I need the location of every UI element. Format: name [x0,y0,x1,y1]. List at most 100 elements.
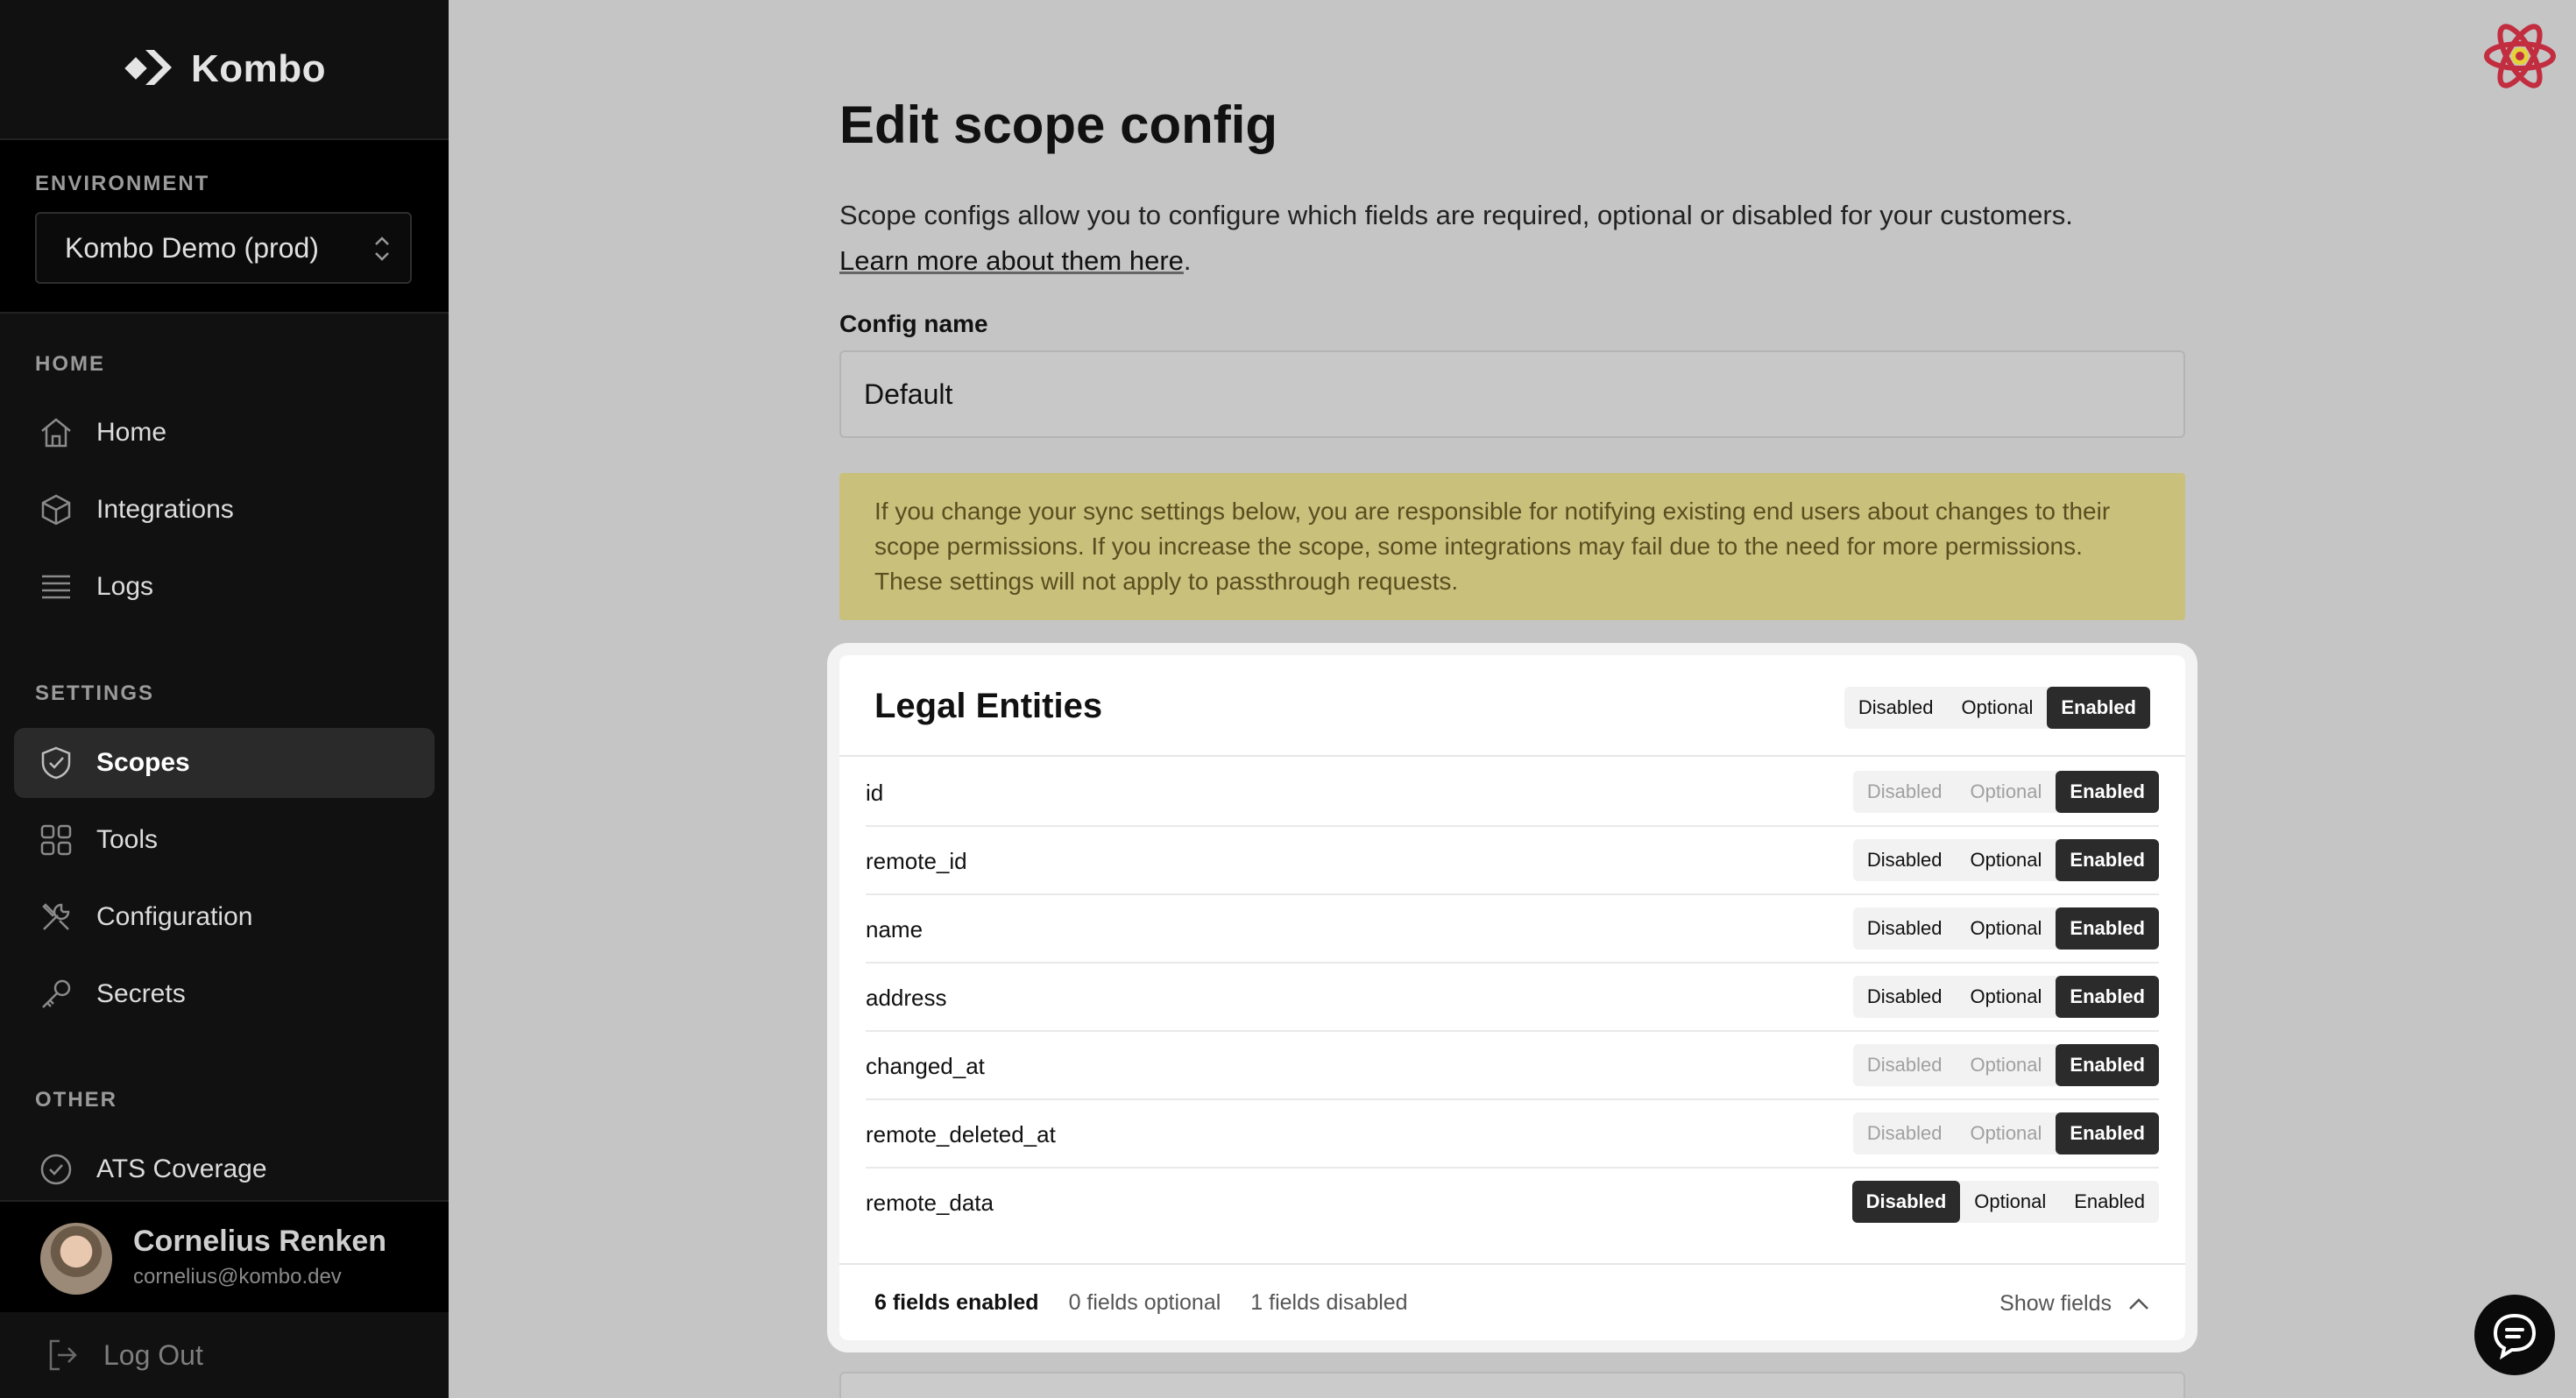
toggle-enabled[interactable]: Enabled [2056,976,2159,1018]
logout-icon [49,1339,77,1371]
field-name: address [866,985,947,1011]
environment-select[interactable]: Kombo Demo (prod) [35,212,412,284]
toggle-optional[interactable]: Optional [1947,687,2047,729]
field-toggle: Disabled Optional Enabled [1851,1181,2159,1223]
toggle-optional[interactable]: Optional [1960,1181,2060,1223]
description-text: Scope configs allow you to configure whi… [839,200,2073,230]
card-title: Legal Entities [874,687,1103,725]
tools-icon [37,898,75,936]
config-name-label: Config name [839,310,988,337]
field-toggle: Disabled Optional Enabled [1852,839,2159,881]
toggle-disabled[interactable]: Disabled [1844,687,1948,729]
field-name: remote_deleted_at [866,1121,1056,1147]
learn-more-link[interactable]: Learn more about them here [839,245,1184,276]
toggle-enabled: Enabled [2056,1044,2159,1086]
warning-banner: If you change your sync settings below, … [839,473,2185,620]
field-row: changed_at Disabled Optional Enabled [866,1032,2159,1100]
toggle-enabled[interactable]: Enabled [2056,907,2159,950]
toggle-optional[interactable]: Optional [1956,839,2056,881]
sidebar-item-label: Logs [96,572,154,601]
sidebar-item-configuration[interactable]: Configuration [14,882,435,952]
grid-icon [37,821,75,859]
environment-label: ENVIRONMENT [35,172,210,195]
field-toggle: Disabled Optional Enabled [1852,1112,2159,1154]
user-name: Cornelius Renken [133,1225,387,1258]
toggle-disabled[interactable]: Disabled [1853,839,1957,881]
field-name: remote_id [866,848,967,874]
field-toggle: Disabled Optional Enabled [1852,771,2159,813]
key-icon [37,975,75,1013]
check-circle-icon [37,1150,75,1189]
toggle-optional: Optional [1970,780,2042,802]
sidebar-item-home[interactable]: Home [14,398,435,468]
field-row: name Disabled Optional Enabled [866,895,2159,964]
toggle-enabled[interactable]: Enabled [2060,1181,2159,1223]
list-icon [37,568,75,606]
logout-label: Log Out [103,1338,203,1371]
select-chevron-icon [375,237,389,261]
card-header: Legal Entities Disabled Optional Enabled [839,655,2185,757]
environment-section: ENVIRONMENT Kombo Demo (prod) [0,140,449,314]
brand-logo[interactable]: Kombo [0,0,449,140]
toggle-enabled[interactable]: Enabled [2056,839,2159,881]
sidebar-item-label: Secrets [96,979,186,1008]
config-name-input[interactable]: Default [839,350,2185,438]
chat-support-button[interactable] [2474,1295,2555,1375]
sidebar-item-label: Home [96,418,167,447]
chevron-up-icon [2129,1297,2148,1310]
sidebar-item-label: Tools [96,825,159,854]
toggle-enabled[interactable]: Enabled [2047,687,2150,729]
legal-entities-card: Legal Entities Disabled Optional Enabled… [839,655,2185,1340]
sidebar-item-secrets[interactable]: Secrets [14,959,435,1029]
next-model-card [839,1372,2185,1398]
field-row: remote_id Disabled Optional Enabled [866,827,2159,895]
field-name: name [866,916,924,943]
chat-icon [2493,1313,2537,1360]
logout-button[interactable]: Log Out [0,1312,449,1398]
toggle-disabled[interactable]: Disabled [1853,976,1957,1018]
sidebar-item-scopes[interactable]: Scopes [14,728,435,798]
fields-optional-count: 0 fields optional [1068,1289,1221,1315]
field-name: remote_data [866,1190,994,1216]
page-description: Scope configs allow you to configure whi… [839,193,2206,284]
react-devtools-icon[interactable] [2483,23,2557,89]
user-email: cornelius@kombo.dev [133,1265,342,1289]
home-icon [37,413,75,452]
nav-section-settings: SETTINGS [35,681,155,705]
field-name: changed_at [866,1053,985,1079]
sidebar-item-integrations[interactable]: Integrations [14,475,435,545]
fields-enabled-count: 6 fields enabled [874,1289,1039,1315]
sidebar: Kombo ENVIRONMENT Kombo Demo (prod) HOME… [0,0,449,1398]
toggle-disabled: Disabled [1866,1054,1943,1076]
toggle-disabled[interactable]: Disabled [1853,907,1957,950]
toggle-optional: Optional [1970,1122,2042,1144]
sidebar-item-logs[interactable]: Logs [14,552,435,622]
learn-more-suffix: . [1183,245,1192,276]
page-title: Edit scope config [839,95,1278,154]
field-row: address Disabled Optional Enabled [866,964,2159,1032]
user-profile[interactable]: Cornelius Renken cornelius@kombo.dev [0,1200,449,1312]
field-toggle: Disabled Optional Enabled [1852,976,2159,1018]
cube-icon [37,491,75,529]
toggle-disabled: Disabled [1866,1122,1943,1144]
card-footer: 6 fields enabled 0 fields optional 1 fie… [839,1263,2185,1340]
kombo-logo-icon [124,50,172,85]
toggle-disabled[interactable]: Disabled [1851,1181,1961,1223]
field-row: remote_data Disabled Optional Enabled [866,1169,2159,1237]
toggle-optional: Optional [1970,1054,2042,1076]
config-name-value: Default [864,378,953,410]
field-row: id Disabled Optional Enabled [866,759,2159,827]
sidebar-item-label: Configuration [96,902,253,931]
field-toggle: Disabled Optional Enabled [1852,907,2159,950]
show-fields-button[interactable]: Show fields [1999,1291,2150,1317]
sidebar-item-label: Scopes [96,748,190,777]
sidebar-item-ats-coverage[interactable]: ATS Coverage [14,1134,435,1204]
toggle-enabled: Enabled [2056,771,2159,813]
avatar [40,1223,112,1295]
brand-name: Kombo [190,47,327,90]
nav-section-other: OTHER [35,1088,117,1112]
toggle-optional[interactable]: Optional [1956,907,2056,950]
nav-section-home: HOME [35,352,105,376]
toggle-optional[interactable]: Optional [1956,976,2056,1018]
sidebar-item-tools[interactable]: Tools [14,805,435,875]
